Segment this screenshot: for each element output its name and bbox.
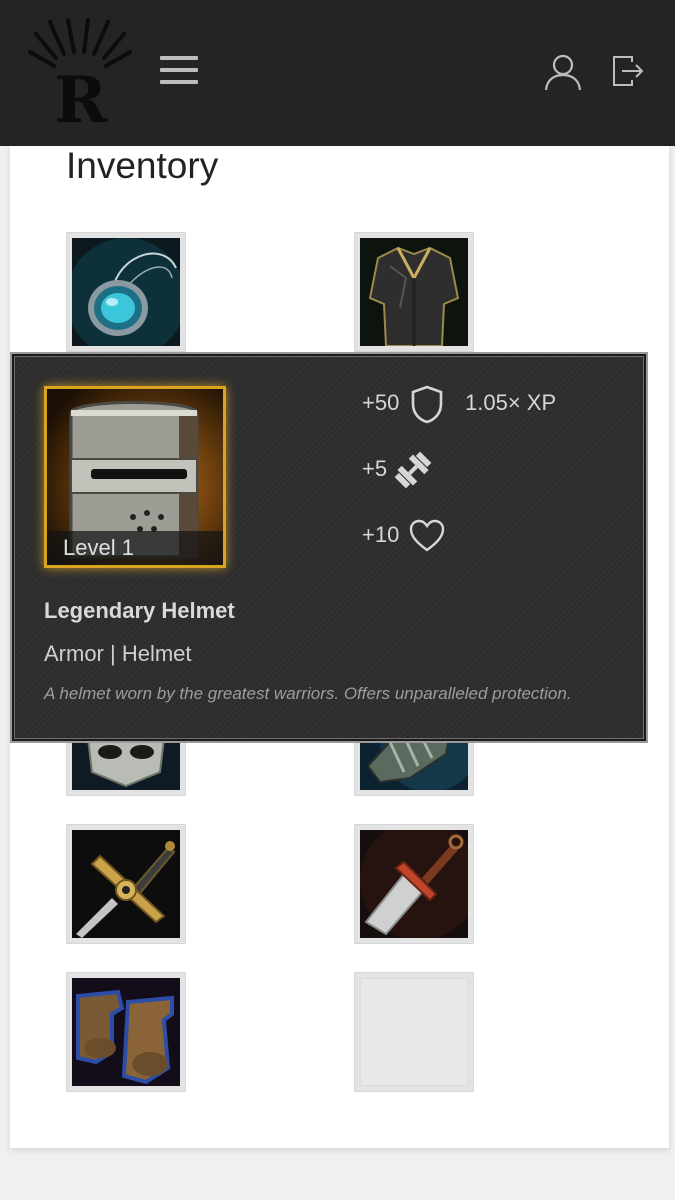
inventory-slot-red-dagger[interactable] [354,824,474,944]
item-tooltip: Level 1 +50 1.05× XP +5 +10 Legendary He… [10,352,648,743]
amulet-icon [72,238,180,346]
armor-stat-value: +50 [362,390,400,415]
hamburger-icon[interactable] [160,56,200,86]
user-icon[interactable] [543,52,583,92]
item-level-label: Level 1 [47,531,223,565]
inventory-slot-chest-armor[interactable] [354,232,474,352]
item-description: A helmet worn by the greatest warriors. … [44,684,572,703]
golden-sword-icon [72,830,180,938]
inventory-slot-golden-sword[interactable] [66,824,186,944]
top-bar: R [0,0,675,146]
red-dagger-icon [360,830,468,938]
inventory-slot-empty[interactable] [354,972,474,1092]
page-title: Inventory [66,145,219,186]
inventory-slot-amulet[interactable] [66,232,186,352]
boots-icon [72,978,180,1086]
chest-armor-icon [360,238,468,346]
heart-icon [409,519,445,552]
r-crown-logo-icon[interactable]: R [26,14,134,138]
health-stat-value: +10 [362,522,400,547]
dumbbell-icon [394,451,432,489]
tooltip-item-frame: Level 1 [44,386,226,568]
shield-icon [411,385,443,424]
item-type: Armor | Helmet [44,641,192,666]
xp-multiplier: 1.05× XP [465,390,557,415]
empty-slot [360,978,468,1086]
item-name: Legendary Helmet [44,598,235,623]
strength-stat-value: +5 [362,456,388,481]
svg-text:R: R [54,63,108,128]
inventory-slot-boots[interactable] [66,972,186,1092]
logout-icon[interactable] [610,54,646,88]
